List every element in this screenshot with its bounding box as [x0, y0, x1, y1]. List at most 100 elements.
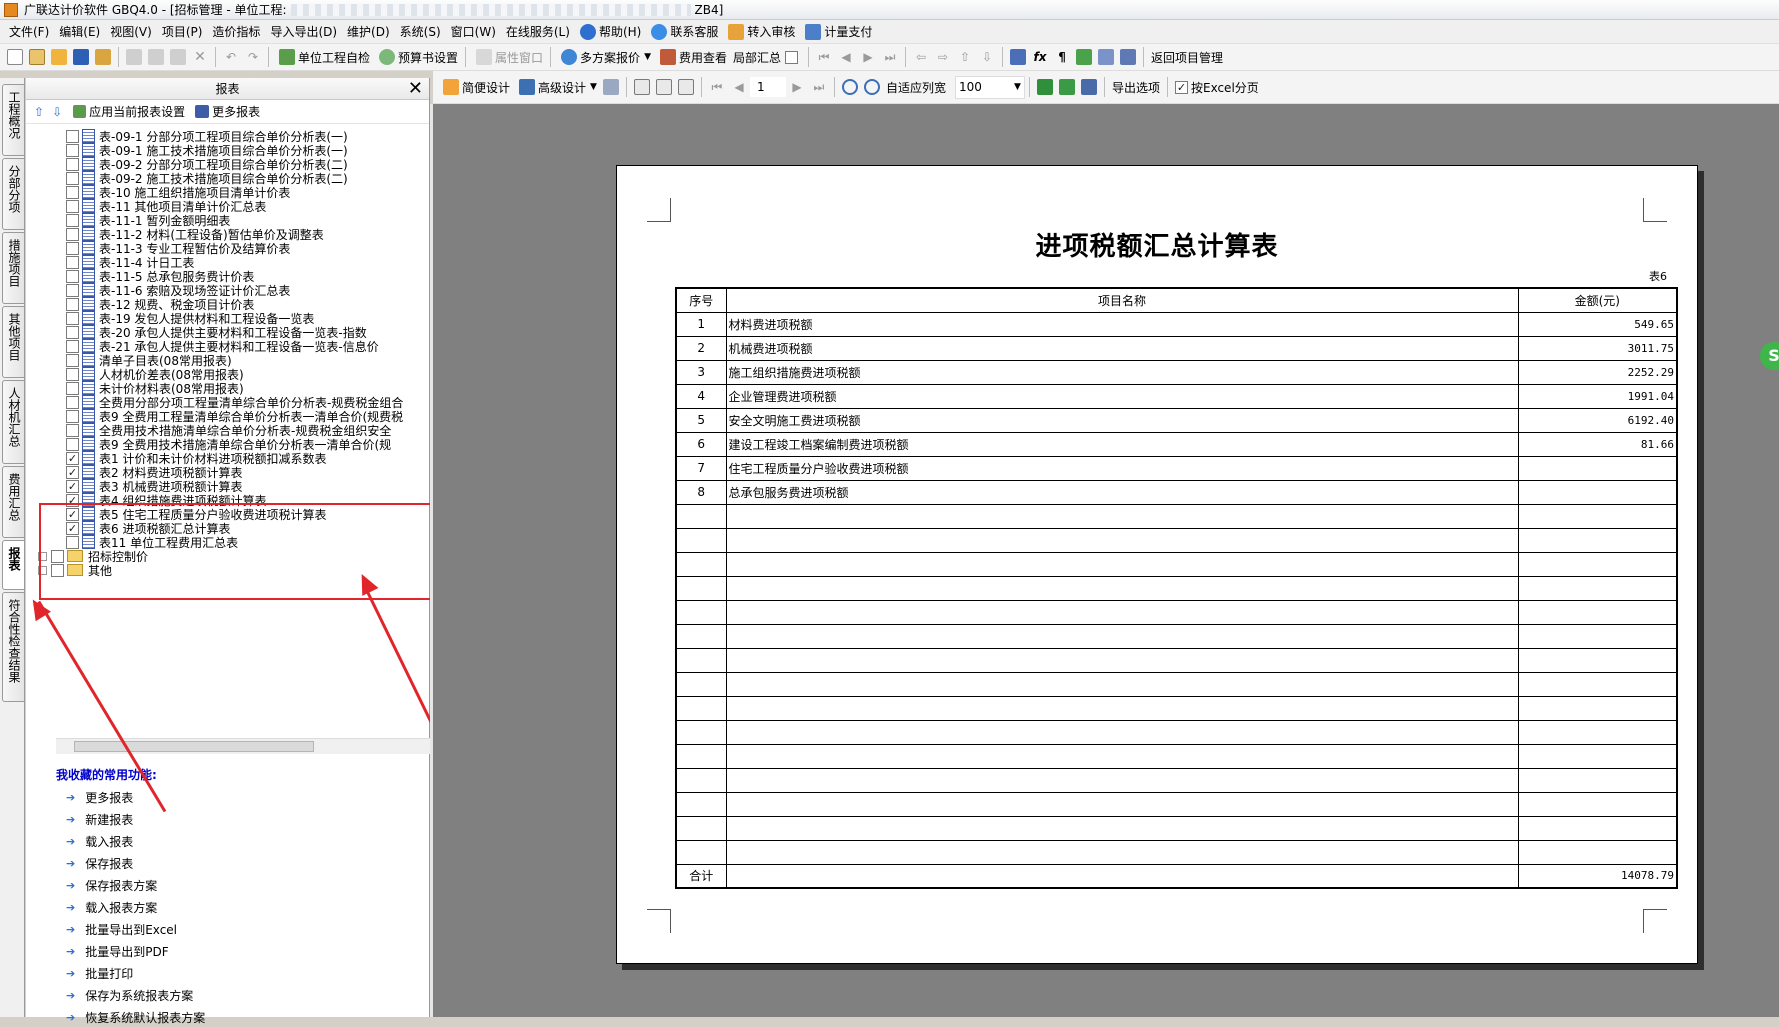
advanced-design-button[interactable]: 高级设计 ▼: [513, 76, 600, 99]
menu-edit[interactable]: 编辑(E): [54, 21, 105, 43]
tab-reports[interactable]: 报表: [2, 540, 24, 590]
scroll-thumb[interactable]: [74, 741, 314, 752]
pdf-icon[interactable]: [1080, 79, 1097, 95]
tree-item-checkbox[interactable]: [66, 171, 79, 185]
tree-horizontal-scrollbar[interactable]: [56, 738, 430, 754]
paragraph-icon[interactable]: ¶: [1054, 49, 1070, 65]
favorite-item[interactable]: ➔ 载入报表: [66, 831, 133, 851]
next-page-icon[interactable]: ▶: [789, 79, 805, 95]
tree-item-checkbox[interactable]: ✓: [66, 479, 79, 493]
paste-icon[interactable]: [170, 49, 186, 65]
menu-help[interactable]: 帮助(H): [575, 21, 646, 43]
tree-item-checkbox[interactable]: [66, 325, 79, 339]
local-summary-checkbox[interactable]: [785, 50, 799, 64]
tree-item-checkbox[interactable]: [66, 423, 79, 437]
tree-item-checkbox[interactable]: ✓: [66, 493, 79, 507]
redo-icon[interactable]: ↷: [245, 49, 261, 65]
report-icon[interactable]: [1098, 49, 1115, 65]
page-number-input[interactable]: [749, 77, 786, 97]
menu-customer-service[interactable]: 联系客服: [646, 21, 723, 43]
tab-project-overview[interactable]: 工程概况: [2, 84, 24, 156]
next-icon[interactable]: ▶: [860, 49, 876, 65]
menu-import-export[interactable]: 导入导出(D): [265, 21, 342, 43]
tree-folder-checkbox[interactable]: [51, 549, 64, 563]
tree-item-checkbox[interactable]: [66, 157, 79, 171]
copy-icon[interactable]: [148, 49, 164, 65]
expand-icon[interactable]: [38, 551, 47, 561]
up-arrow-icon[interactable]: ⇧: [957, 49, 973, 65]
tree-item-checkbox[interactable]: ✓: [66, 507, 79, 521]
right-arrow-icon[interactable]: ⇨: [935, 49, 951, 65]
last-page-icon[interactable]: ⏭: [811, 79, 827, 95]
zoom-select[interactable]: 100 ▼: [954, 75, 1025, 99]
favorite-item[interactable]: ➔ 恢复系统默认报表方案: [66, 1007, 205, 1027]
tree-item-checkbox[interactable]: [66, 255, 79, 269]
menu-cost-index[interactable]: 造价指标: [207, 21, 265, 43]
favorite-item[interactable]: ➔ 新建报表: [66, 809, 133, 829]
menu-view[interactable]: 视图(V): [105, 21, 157, 43]
two-page-icon[interactable]: [655, 79, 672, 95]
menu-measure-pay[interactable]: 计量支付: [800, 21, 877, 43]
excel-pagination-checkbox[interactable]: ✓: [1174, 80, 1188, 94]
fee-view-button[interactable]: 费用查看: [654, 46, 730, 69]
tree-item-checkbox[interactable]: [66, 367, 79, 381]
undo-icon[interactable]: ↶: [223, 49, 239, 65]
favorite-item[interactable]: ➔ 批量打印: [66, 963, 133, 983]
tree-item-checkbox[interactable]: ✓: [66, 521, 79, 535]
favorite-item[interactable]: ➔ 批量导出到PDF: [66, 941, 169, 961]
expand-icon[interactable]: [38, 565, 47, 575]
first-page-icon[interactable]: ⏮: [709, 79, 725, 95]
new-folder-icon[interactable]: [29, 49, 45, 65]
tree-item-checkbox[interactable]: [66, 297, 79, 311]
printer-icon[interactable]: [602, 79, 619, 95]
tree-item-checkbox[interactable]: [66, 199, 79, 213]
book-icon[interactable]: [1076, 49, 1093, 65]
formula-icon[interactable]: fx: [1032, 49, 1048, 65]
favorite-item[interactable]: ➔ 更多报表: [66, 787, 133, 807]
menu-system[interactable]: 系统(S): [395, 21, 446, 43]
favorite-item[interactable]: ➔ 保存报表: [66, 853, 133, 873]
multi-plan-quote-button[interactable]: 多方案报价 ▼: [555, 46, 654, 69]
tree-item-checkbox[interactable]: [66, 185, 79, 199]
more-reports-button[interactable]: 更多报表: [212, 103, 260, 120]
tree-item-checkbox[interactable]: ✓: [66, 451, 79, 465]
multi-page-icon[interactable]: [677, 79, 694, 95]
tab-labor-material-summary[interactable]: 人材机汇总: [2, 380, 24, 464]
tree-item-checkbox[interactable]: [66, 227, 79, 241]
tree-item-checkbox[interactable]: [66, 339, 79, 353]
prev-page-icon[interactable]: ◀: [731, 79, 747, 95]
menu-online[interactable]: 在线服务(L): [501, 21, 575, 43]
tree-folder-checkbox[interactable]: [51, 563, 64, 577]
tab-sub-items[interactable]: 分部分项: [2, 158, 24, 230]
back-to-project-button[interactable]: 返回项目管理: [1148, 46, 1226, 69]
properties-window-button[interactable]: 属性窗口: [470, 46, 546, 69]
left-arrow-icon[interactable]: ⇦: [913, 49, 929, 65]
favorite-item[interactable]: ➔ 批量导出到Excel: [66, 919, 177, 939]
apply-settings-button[interactable]: 应用当前报表设置: [89, 103, 185, 120]
tab-other-items[interactable]: 其他项目: [2, 306, 24, 378]
menu-window[interactable]: 窗口(W): [446, 21, 501, 43]
excel-pagination-toggle[interactable]: ✓ 按Excel分页: [1172, 76, 1262, 99]
local-summary-button[interactable]: 局部汇总: [730, 46, 804, 69]
menu-maintain[interactable]: 维护(D): [342, 21, 395, 43]
open-icon[interactable]: [51, 49, 67, 65]
zoom-in-icon[interactable]: [841, 79, 858, 95]
self-check-button[interactable]: 单位工程自检: [273, 46, 373, 69]
tree-item-checkbox[interactable]: [66, 535, 79, 549]
tree-item-checkbox[interactable]: [66, 395, 79, 409]
zoom-out-icon[interactable]: [863, 79, 880, 95]
menu-file[interactable]: 文件(F): [4, 21, 54, 43]
tree-folder[interactable]: 其他: [38, 562, 112, 578]
tree-item-checkbox[interactable]: [66, 353, 79, 367]
list-icon[interactable]: [1120, 49, 1137, 65]
tree-item-checkbox[interactable]: [66, 283, 79, 297]
favorite-item[interactable]: ➔ 保存为系统报表方案: [66, 985, 193, 1005]
tree-item-checkbox[interactable]: ✓: [66, 465, 79, 479]
calculator-icon[interactable]: [1010, 49, 1027, 65]
delete-icon[interactable]: ✕: [192, 49, 208, 65]
favorite-item[interactable]: ➔ 保存报表方案: [66, 875, 157, 895]
simple-design-button[interactable]: 简便设计: [437, 76, 513, 99]
tab-measures[interactable]: 措施项目: [2, 232, 24, 304]
menu-to-audit[interactable]: 转入审核: [723, 21, 800, 43]
first-icon[interactable]: ⏮: [816, 49, 832, 65]
